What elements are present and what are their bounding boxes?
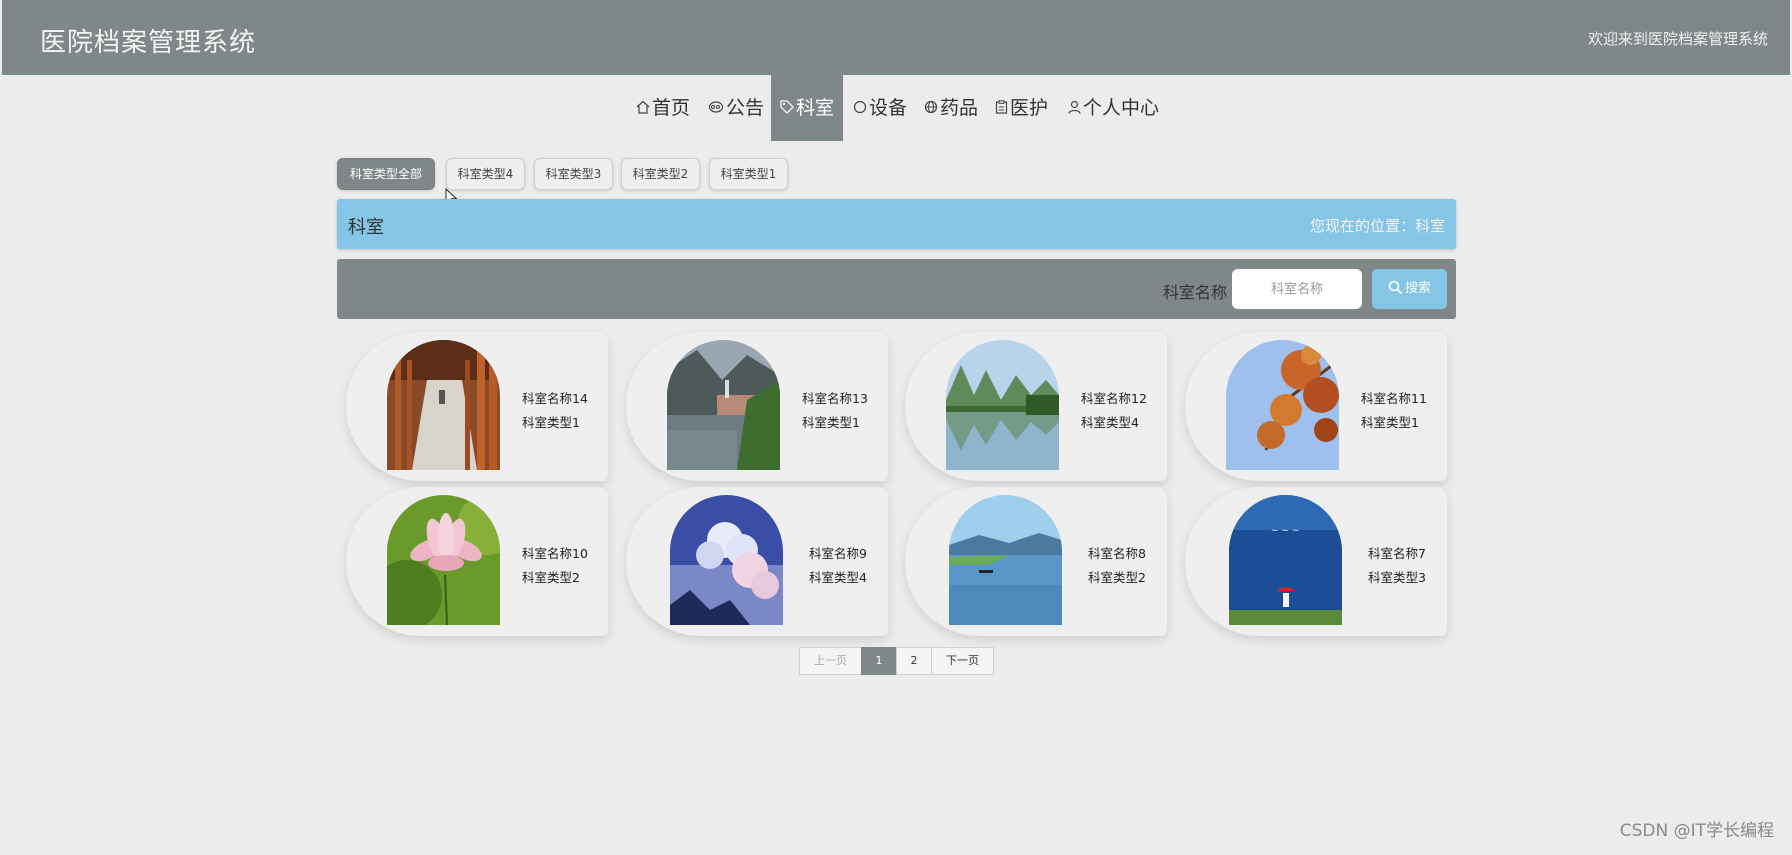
- prev-page-button[interactable]: 上一页: [799, 647, 862, 675]
- department-card[interactable]: 科室名称9 科室类型4: [626, 487, 888, 636]
- card-type: 科室类型2: [522, 570, 580, 585]
- nav-item-equipment-label: 设备: [869, 97, 908, 119]
- circle-icon: [853, 100, 867, 114]
- location-bar: 科室 您现在的位置：科室: [337, 199, 1456, 249]
- card-name: 科室名称11: [1361, 391, 1427, 406]
- nav-item-department-label: 科室: [795, 97, 834, 119]
- filter-type-1[interactable]: 科室类型1: [709, 158, 788, 190]
- department-card[interactable]: 科室名称8 科室类型2: [905, 487, 1167, 636]
- nav-item-medical-staff[interactable]: 医护: [995, 75, 1048, 141]
- card-name: 科室名称9: [809, 546, 867, 561]
- breadcrumb: 您现在的位置：科室: [1309, 217, 1445, 235]
- nav-item-medical-staff-label: 医护: [1010, 97, 1049, 119]
- search-bar: 科室名称 搜索: [337, 259, 1456, 319]
- nav-item-personal-center[interactable]: 个人中心: [1068, 75, 1159, 141]
- nav-item-medicine-label: 药品: [940, 97, 979, 119]
- nav-item-home-label: 首页: [652, 97, 691, 119]
- card-image-autumn-leaves: [1226, 340, 1339, 470]
- app-title: 医院档案管理系统: [40, 28, 257, 58]
- card-image-cloudy-sky: [670, 495, 783, 625]
- card-name: 科室名称14: [522, 391, 588, 406]
- nav-item-personal-center-label: 个人中心: [1083, 97, 1160, 119]
- card-type: 科室类型1: [1361, 415, 1419, 430]
- filter-type-2[interactable]: 科室类型2: [621, 158, 700, 190]
- user-icon: [1068, 100, 1081, 114]
- globe-icon: [924, 100, 938, 114]
- top-header: 医院档案管理系统 欢迎来到医院档案管理系统: [2, 0, 1790, 75]
- card-name: 科室名称12: [1081, 391, 1147, 406]
- filter-type-4[interactable]: 科室类型4: [446, 158, 525, 190]
- card-name: 科室名称7: [1368, 546, 1426, 561]
- search-label: 科室名称: [1163, 283, 1228, 302]
- next-page-button[interactable]: 下一页: [931, 647, 994, 675]
- department-card[interactable]: 科室名称13 科室类型1: [626, 332, 888, 481]
- page-button-2[interactable]: 2: [896, 647, 932, 675]
- nav-item-announcement[interactable]: 公告: [708, 75, 764, 141]
- department-card[interactable]: 科室名称14 科室类型1: [346, 332, 608, 481]
- card-type: 科室类型3: [1368, 570, 1426, 585]
- nav-item-home[interactable]: 首页: [636, 75, 690, 141]
- svg-text:~ ~ ~: ~ ~ ~: [1271, 526, 1299, 536]
- main-nav: 首页 公告 科室 设备 药品 医护 个人中心: [0, 75, 1792, 141]
- card-image-karst-river: [946, 340, 1059, 470]
- card-name: 科室名称13: [802, 391, 868, 406]
- card-image-lakeside-village: [667, 340, 780, 470]
- clipboard-icon: [995, 100, 1008, 114]
- search-button-label: 搜索: [1404, 281, 1431, 296]
- announcement-icon: [708, 101, 724, 113]
- card-type: 科室类型4: [809, 570, 867, 585]
- search-icon: [1388, 280, 1403, 294]
- card-image-lake-boat: [949, 495, 1062, 625]
- department-card[interactable]: 科室名称11 科室类型1: [1185, 332, 1447, 481]
- watermark: CSDN @IT学长编程: [1619, 821, 1774, 841]
- card-type: 科室类型1: [522, 415, 580, 430]
- search-input[interactable]: [1232, 269, 1362, 309]
- card-type: 科室类型4: [1081, 415, 1139, 430]
- page-button-1[interactable]: 1: [861, 647, 897, 675]
- department-card[interactable]: ~ ~ ~ 科室名称7 科室类型3: [1185, 487, 1447, 636]
- nav-item-announcement-label: 公告: [726, 97, 765, 119]
- filter-type-3[interactable]: 科室类型3: [534, 158, 613, 190]
- card-type: 科室类型2: [1088, 570, 1146, 585]
- card-image-wooden-corridor: [387, 340, 500, 470]
- home-icon: [636, 100, 650, 114]
- card-image-blue-lake-umbrella: ~ ~ ~: [1229, 495, 1342, 625]
- card-name: 科室名称10: [522, 546, 588, 561]
- card-type: 科室类型1: [802, 415, 860, 430]
- card-name: 科室名称8: [1088, 546, 1146, 561]
- card-image-lotus-flower: [387, 495, 500, 625]
- tag-icon: [780, 100, 794, 114]
- department-card[interactable]: 科室名称12 科室类型4: [905, 332, 1167, 481]
- search-button[interactable]: 搜索: [1372, 269, 1447, 309]
- welcome-text: 欢迎来到医院档案管理系统: [1587, 30, 1768, 48]
- nav-item-equipment[interactable]: 设备: [853, 75, 907, 141]
- department-card[interactable]: 科室名称10 科室类型2: [346, 487, 608, 636]
- nav-item-medicine[interactable]: 药品: [924, 75, 978, 141]
- page-title: 科室: [348, 217, 384, 238]
- filter-all-types[interactable]: 科室类型全部: [337, 158, 435, 190]
- nav-item-department[interactable]: 科室: [771, 75, 843, 141]
